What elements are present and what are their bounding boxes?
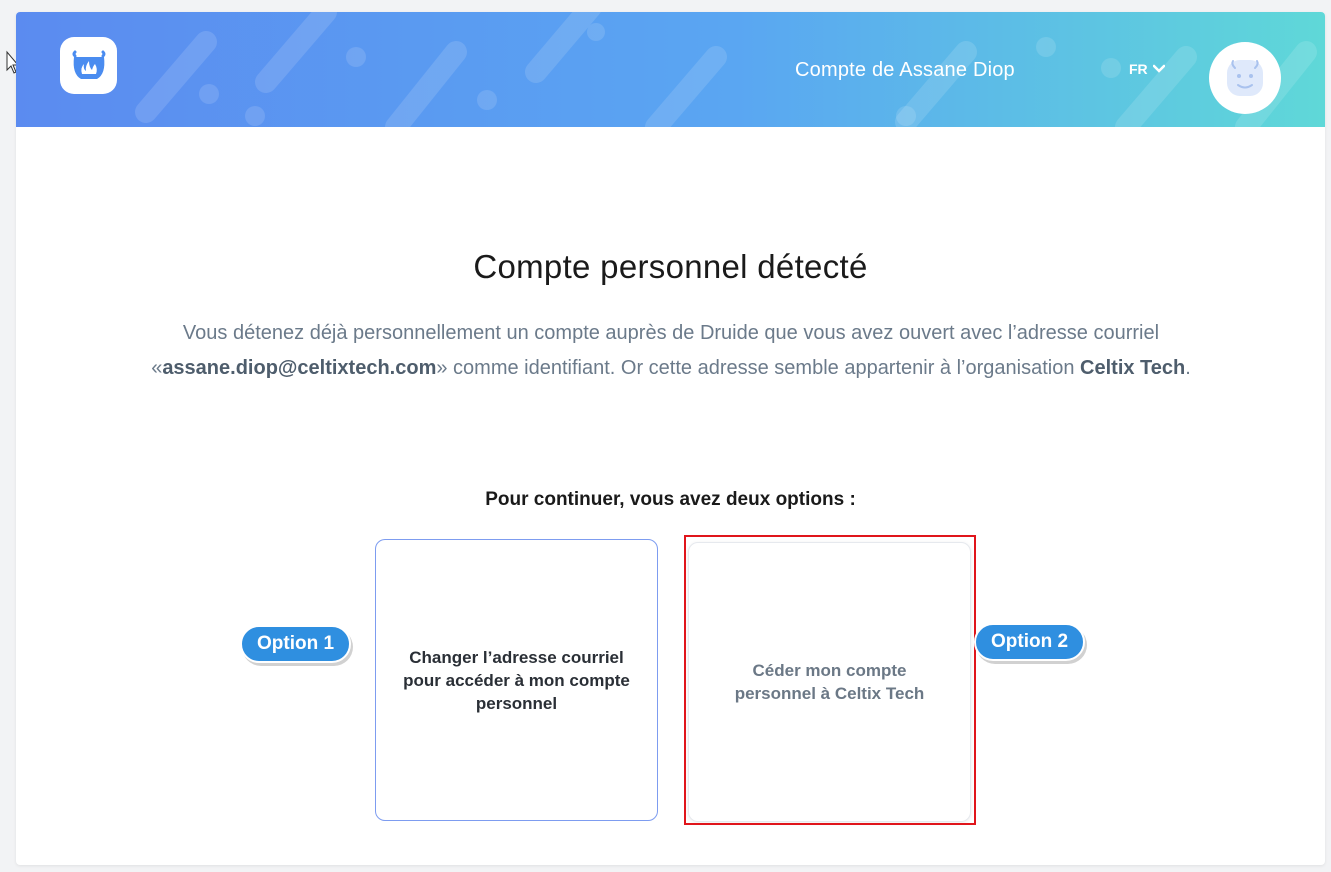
user-avatar[interactable] (1209, 42, 1281, 114)
chevron-down-icon (1152, 64, 1165, 73)
account-name[interactable]: Compte de Assane Diop (795, 59, 1015, 82)
transfer-account-option-card[interactable]: Céder mon compte personnel à Celtix Tech (688, 542, 971, 822)
option-2-badge: Option 2 (974, 623, 1086, 661)
change-email-option-card[interactable]: Changer l’adresse courriel pour accéder … (375, 539, 658, 821)
option-1-badge: Option 1 (240, 625, 352, 663)
description-text-2: » comme identifiant. Or cette adresse se… (436, 357, 1081, 379)
email-address: assane.diop@celtixtech.com (162, 357, 437, 379)
page-title: Compte personnel détecté (473, 248, 868, 285)
cauldron-logo-icon (72, 50, 105, 79)
page-description: Vous détenez déjà personnellement un com… (126, 316, 1216, 386)
druid-avatar-icon (1227, 60, 1263, 96)
app-logo[interactable] (60, 37, 117, 94)
language-selector[interactable]: FR (1129, 61, 1165, 77)
option-1-label: Changer l’adresse courriel pour accéder … (403, 647, 630, 713)
option-2-label: Céder mon compte personnel à Celtix Tech (734, 661, 925, 703)
organization-name: Celtix Tech (1080, 357, 1186, 379)
language-label: FR (1129, 61, 1148, 77)
description-text-3: . (1185, 357, 1191, 379)
header-banner: Compte de Assane Diop FR (16, 12, 1325, 127)
main-card: Compte de Assane Diop FR Compte personne… (16, 12, 1325, 865)
options-heading: Pour continuer, vous avez deux options : (485, 489, 856, 510)
